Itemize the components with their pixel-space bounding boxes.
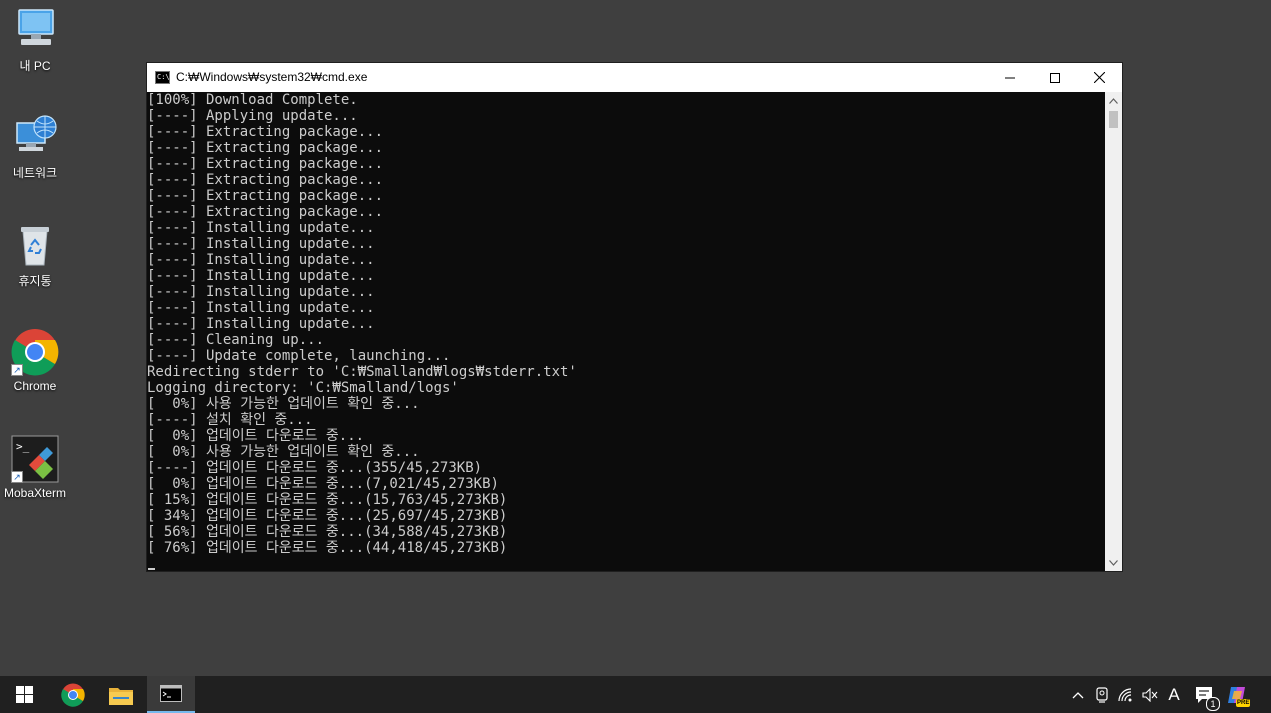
console-line: [----] Applying update... xyxy=(147,108,358,124)
desktop-icon-recycle-bin[interactable]: 휴지통 xyxy=(0,221,70,289)
svg-text:>_: >_ xyxy=(16,440,30,453)
cmd-icon: C:\ xyxy=(155,71,170,84)
console-line: [----] Installing update... xyxy=(147,252,375,268)
console-line: [ 15%] 업데이트 다운로드 중...(15,763/45,273KB) xyxy=(147,492,508,508)
preview-badge: PRE xyxy=(1236,699,1251,707)
console-line: [ 0%] 업데이트 다운로드 중... xyxy=(147,428,365,444)
desktop-icon-chrome[interactable]: ↗ Chrome xyxy=(0,328,70,393)
console-line: [100%] Download Complete. xyxy=(147,92,358,108)
console-line: [----] Installing update... xyxy=(147,236,375,252)
desktop-icon-label: MobaXterm xyxy=(3,486,67,500)
console-line: [ 34%] 업데이트 다운로드 중...(25,697/45,273KB) xyxy=(147,508,508,524)
ime-indicator[interactable]: A xyxy=(1162,676,1186,713)
computer-icon xyxy=(11,6,59,54)
text-cursor xyxy=(148,568,155,570)
cmd-window[interactable]: C:\ C:₩Windows₩system32₩cmd.exe [100%] D… xyxy=(146,62,1123,572)
window-title: C:₩Windows₩system32₩cmd.exe xyxy=(176,70,368,84)
maximize-button[interactable] xyxy=(1032,63,1077,92)
maximize-icon xyxy=(1049,72,1060,83)
desktop-icon-label: 내 PC xyxy=(19,59,51,73)
shortcut-arrow-icon: ↗ xyxy=(11,471,23,483)
minimize-button[interactable] xyxy=(987,63,1032,92)
console-line: [----] Cleaning up... xyxy=(147,332,325,348)
notification-count-badge: 1 xyxy=(1206,697,1220,711)
console-line: [ 56%] 업데이트 다운로드 중...(34,588/45,273KB) xyxy=(147,524,508,540)
scroll-thumb[interactable] xyxy=(1109,111,1118,128)
vertical-scrollbar[interactable] xyxy=(1105,92,1122,571)
console-line: Logging directory: 'C:₩Smalland/logs' xyxy=(147,380,459,396)
desktop-icon-label: 네트워크 xyxy=(12,166,58,180)
volume-button[interactable] xyxy=(1138,676,1162,713)
taskbar-chrome[interactable] xyxy=(49,676,97,713)
desktop-icon-label: 휴지통 xyxy=(18,274,52,288)
show-hidden-icons-button[interactable] xyxy=(1066,676,1090,713)
minimize-icon xyxy=(1004,77,1015,78)
console-line: [----] Installing update... xyxy=(147,268,375,284)
taskbar: A 1 PRE xyxy=(0,676,1271,713)
console-line: [----] Extracting package... xyxy=(147,140,384,156)
wifi-icon xyxy=(1118,687,1132,701)
chevron-down-icon xyxy=(1109,559,1118,566)
system-tray: A 1 PRE xyxy=(1066,676,1252,713)
console-line: [----] Update complete, launching... xyxy=(147,348,451,364)
windows-logo-icon xyxy=(15,686,33,703)
scroll-down-button[interactable] xyxy=(1105,554,1122,571)
console-line: [----] Extracting package... xyxy=(147,172,384,188)
chrome-icon xyxy=(61,683,85,707)
console-line: Redirecting stderr to 'C:₩Smalland₩logs₩… xyxy=(147,364,577,380)
console-line: [ 0%] 사용 가능한 업데이트 확인 중... xyxy=(147,444,420,460)
console-line: [----] Extracting package... xyxy=(147,124,384,140)
network-icon xyxy=(11,113,59,161)
taskbar-file-explorer[interactable] xyxy=(97,676,145,713)
console-line: [----] 설치 확인 중... xyxy=(147,412,313,428)
chrome-icon: ↗ xyxy=(11,328,59,376)
console-line: [ 0%] 사용 가능한 업데이트 확인 중... xyxy=(147,396,420,412)
console-line: [----] 업데이트 다운로드 중...(355/45,273KB) xyxy=(147,460,483,476)
notification-button[interactable]: 1 xyxy=(1186,676,1222,713)
cmd-icon xyxy=(160,685,182,702)
meet-now-button[interactable] xyxy=(1090,676,1114,713)
console-line: [----] Extracting package... xyxy=(147,204,384,220)
desktop-icon-label: Chrome xyxy=(13,379,57,393)
chevron-up-icon xyxy=(1072,691,1084,698)
console-line: [----] Installing update... xyxy=(147,284,375,300)
scroll-up-button[interactable] xyxy=(1105,92,1122,109)
volume-muted-icon xyxy=(1142,687,1158,702)
close-button[interactable] xyxy=(1077,63,1122,92)
desktop-icon-network[interactable]: 네트워크 xyxy=(0,113,70,181)
desktop-icon-this-pc[interactable]: 내 PC xyxy=(0,6,70,74)
console-line: [----] Extracting package... xyxy=(147,188,384,204)
mobaxterm-icon: >_ ↗ xyxy=(11,435,59,483)
console-line: [----] Installing update... xyxy=(147,300,375,316)
copilot-button[interactable]: PRE xyxy=(1222,676,1252,713)
shortcut-arrow-icon: ↗ xyxy=(11,364,23,376)
folder-icon xyxy=(109,687,133,705)
console-line: [----] Extracting package... xyxy=(147,156,384,172)
desktop-icon-mobaxterm[interactable]: >_ ↗ MobaXterm xyxy=(0,435,70,500)
start-button[interactable] xyxy=(0,676,48,713)
title-bar[interactable]: C:\ C:₩Windows₩system32₩cmd.exe xyxy=(147,63,1122,92)
chevron-up-icon xyxy=(1109,97,1118,104)
close-icon xyxy=(1094,72,1105,83)
console-line: [ 76%] 업데이트 다운로드 중...(44,418/45,273KB) xyxy=(147,540,508,556)
console-line: [----] Installing update... xyxy=(147,316,375,332)
console-line: [----] Installing update... xyxy=(147,220,375,236)
taskbar-cmd[interactable] xyxy=(147,676,195,713)
console-line: [ 0%] 업데이트 다운로드 중...(7,021/45,273KB) xyxy=(147,476,499,492)
device-icon xyxy=(1096,686,1108,703)
network-status-button[interactable] xyxy=(1114,676,1138,713)
console-output[interactable]: [100%] Download Complete. [----] Applying… xyxy=(147,92,1106,571)
recycle-bin-icon xyxy=(11,221,59,269)
